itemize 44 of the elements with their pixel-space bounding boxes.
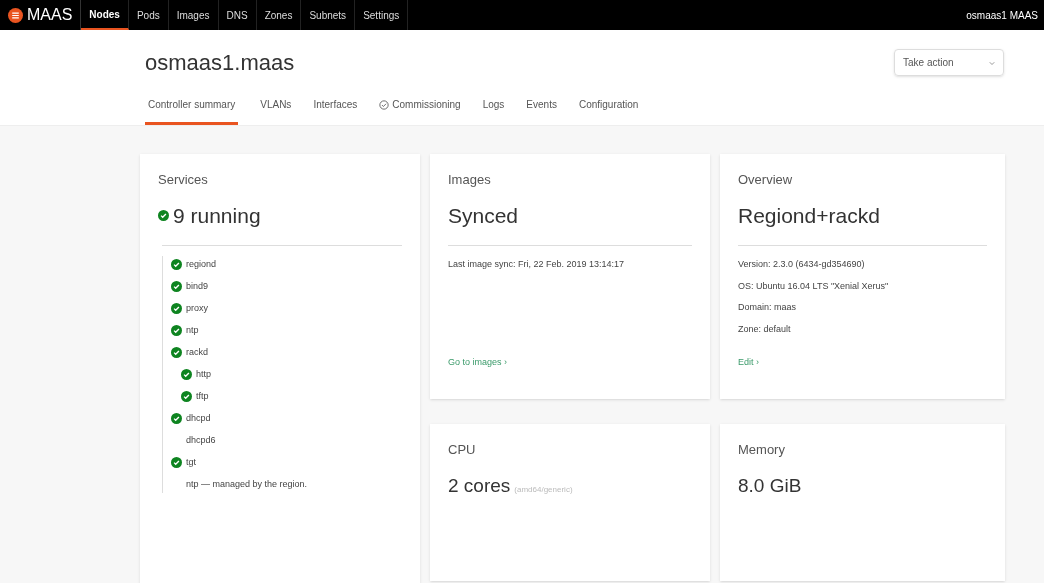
card-title: Memory bbox=[738, 441, 786, 459]
card-link[interactable]: Edit › bbox=[738, 355, 759, 369]
chevron-icon bbox=[989, 59, 995, 66]
detail-text: OS: Ubuntu 16.04 LTS "Xenial Xerus" bbox=[738, 279, 890, 293]
service-name: http bbox=[196, 367, 211, 381]
service-name: rackd bbox=[186, 345, 208, 359]
service-name: dhcpd6 bbox=[186, 433, 216, 447]
card-title: Services bbox=[158, 171, 209, 189]
user-menu[interactable]: osmaas1 MAAS bbox=[966, 7, 1044, 23]
service-name: regiond bbox=[186, 257, 217, 271]
service-name: tgt bbox=[186, 455, 196, 469]
check-circle-icon bbox=[379, 99, 390, 110]
tab[interactable]: Events bbox=[526, 97, 557, 125]
service-note: ntp — managed by the region. bbox=[186, 477, 308, 491]
service-name: tftp bbox=[196, 389, 209, 403]
detail-text: Domain: maas bbox=[738, 301, 798, 314]
card-status: Regiond+rackd bbox=[738, 202, 881, 229]
tab[interactable]: VLANs bbox=[260, 97, 292, 125]
page-title: osmaas1.maas bbox=[145, 49, 295, 77]
service-name: dhcpd bbox=[186, 411, 211, 425]
brand-name: MAAS bbox=[27, 5, 73, 25]
action-dropdown[interactable]: Take action bbox=[894, 49, 1004, 76]
card-subtext: (amd64/generic) bbox=[514, 483, 573, 496]
detail-text: Version: 2.3.0 (6434-gd354690) bbox=[738, 258, 866, 271]
card-title: Overview bbox=[738, 171, 794, 189]
tab[interactable]: Interfaces bbox=[313, 97, 358, 125]
detail-text: Zone: default bbox=[738, 322, 792, 336]
detail-text: Last image sync: Fri, 22 Feb. 2019 13:14:17 bbox=[448, 258, 626, 271]
service-name: bind9 bbox=[186, 279, 209, 293]
card-title: CPU bbox=[448, 441, 477, 459]
service-summary: 9 running bbox=[173, 202, 261, 229]
card-title: Images bbox=[448, 171, 492, 189]
logo-icon bbox=[8, 7, 23, 23]
tab[interactable]: Controller summary bbox=[145, 97, 239, 125]
tab[interactable]: Commissioning bbox=[379, 97, 461, 125]
tab[interactable]: Logs bbox=[482, 97, 505, 125]
tab[interactable]: Configuration bbox=[578, 97, 639, 125]
card-value: 8.0 GiB bbox=[738, 473, 802, 498]
service-name: proxy bbox=[186, 301, 208, 315]
check-icon bbox=[158, 209, 169, 221]
card-link[interactable]: Go to images › bbox=[448, 355, 508, 369]
service-name: ntp bbox=[186, 323, 199, 337]
card-value: 2 cores bbox=[448, 473, 511, 498]
card-status: Synced bbox=[448, 202, 520, 229]
